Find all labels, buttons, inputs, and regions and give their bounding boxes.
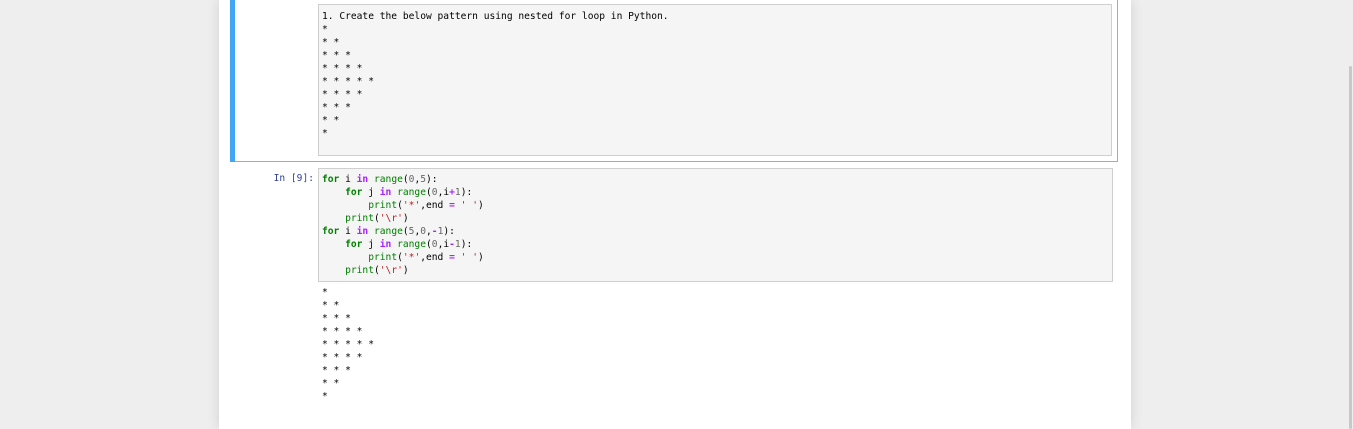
- code-token: range: [374, 226, 403, 237]
- code-token: print: [345, 213, 374, 224]
- code-token: j: [362, 187, 380, 198]
- code-token: '*': [402, 252, 421, 263]
- code-token: ' ': [460, 252, 478, 263]
- code-token: ): [478, 252, 484, 263]
- code-token: i: [339, 226, 357, 237]
- code-token: j: [362, 239, 380, 250]
- code-token: for: [345, 187, 363, 198]
- notebook-container: 1. Create the below pattern using nested…: [219, 0, 1131, 429]
- code-token: for: [322, 174, 340, 185]
- code-token: ,end: [420, 252, 450, 263]
- code-token: ,i: [437, 187, 450, 198]
- code-token: in: [379, 187, 392, 198]
- code-token: range: [397, 239, 426, 250]
- code-token: in: [356, 174, 369, 185]
- code-token: print: [368, 252, 398, 263]
- code-editor[interactable]: for i in range(0,5): for j in range(0,i+…: [318, 168, 1113, 282]
- code-line: print('\r'): [322, 213, 409, 224]
- code-token: ): [402, 213, 409, 224]
- code-token: in: [356, 226, 369, 237]
- code-token: ):: [443, 226, 455, 237]
- code-line: print('*',end = ' '): [322, 200, 484, 211]
- code-line: for i in range(0,5):: [322, 174, 438, 185]
- code-text: for i in range(0,5): for j in range(0,i+…: [322, 173, 484, 277]
- code-token: ):: [460, 187, 473, 198]
- code-token: ): [478, 200, 484, 211]
- code-token: ' ': [460, 200, 478, 211]
- input-prompt: In [9]:: [273, 173, 314, 184]
- code-token: in: [379, 239, 392, 250]
- code-token: for: [322, 226, 340, 237]
- code-token: for: [345, 239, 363, 250]
- markdown-text: 1. Create the below pattern using nested…: [322, 11, 669, 139]
- code-token: ):: [460, 239, 473, 250]
- code-token: '\r': [379, 213, 403, 224]
- markdown-cell[interactable]: 1. Create the below pattern using nested…: [230, 0, 1118, 162]
- cell-selection-indicator: [230, 0, 235, 162]
- code-token: range: [397, 187, 426, 198]
- code-token: i: [339, 174, 357, 185]
- code-line: for i in range(5,0,-1):: [322, 226, 455, 237]
- code-token: print: [368, 200, 398, 211]
- code-token: '*': [402, 200, 421, 211]
- code-token: range: [374, 174, 403, 185]
- markdown-editor[interactable]: 1. Create the below pattern using nested…: [318, 4, 1112, 156]
- code-line: for j in range(0,i+1):: [322, 187, 472, 198]
- code-token: ,i: [437, 239, 450, 250]
- page-scrollbar[interactable]: [1349, 66, 1352, 429]
- code-token: ):: [426, 174, 438, 185]
- code-token: print: [345, 265, 374, 276]
- code-line: print('*',end = ' '): [322, 252, 484, 263]
- code-line: print('\r'): [322, 265, 409, 276]
- code-line: for j in range(0,i-1):: [322, 239, 472, 250]
- code-token: ,end: [420, 200, 450, 211]
- output-text: * * * * * * * * * * * * * * * * * * * * …: [322, 287, 374, 402]
- code-token: ): [402, 265, 409, 276]
- code-token: '\r': [379, 265, 403, 276]
